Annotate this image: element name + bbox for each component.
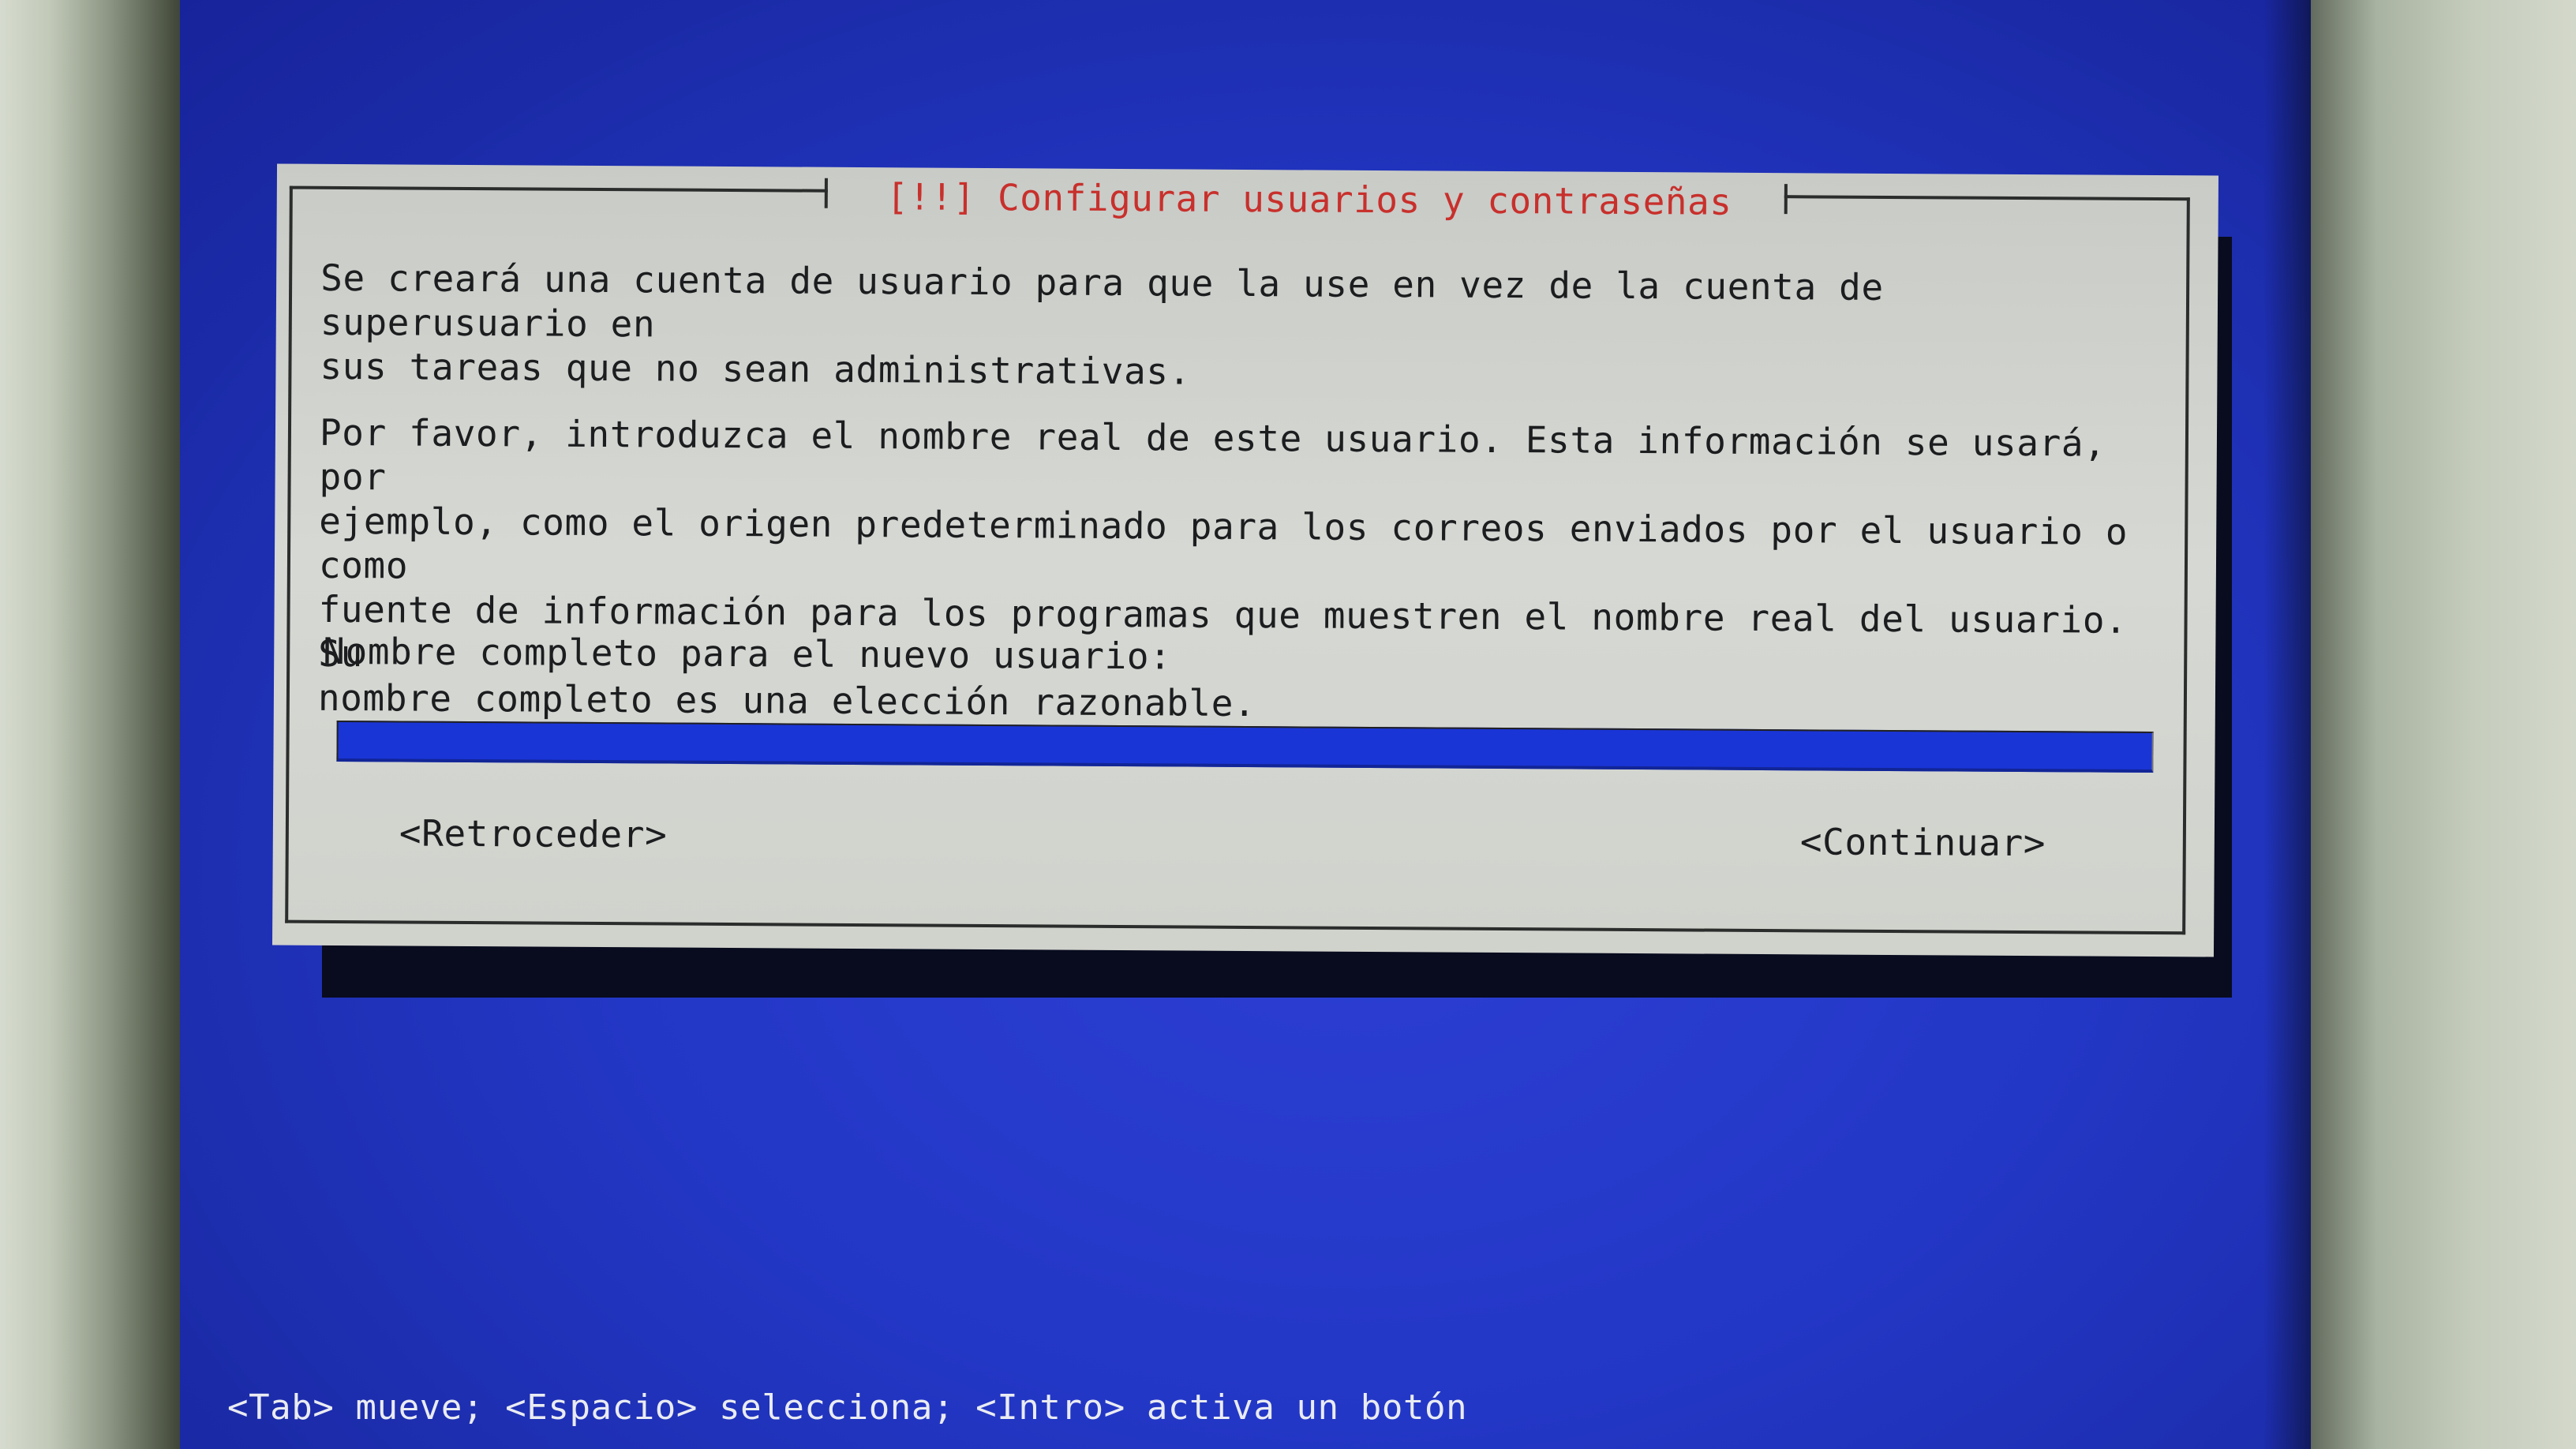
photo-scene: [!!] Configurar usuarios y contraseñas S… (0, 0, 2576, 1449)
screen-edge-shade (2263, 0, 2311, 1449)
keyboard-help-statusbar: <Tab> mueve; <Espacio> selecciona; <Intr… (227, 1387, 1468, 1428)
description-paragraph-real-name: Por favor, introduzca el nombre real de … (317, 410, 2129, 725)
title-bracket-right (1784, 184, 1788, 215)
dialog-title: [!!] Configurar usuarios y contraseñas (886, 175, 1732, 223)
description-paragraph-account: Se creará una cuenta de usuario para que… (320, 256, 1884, 393)
title-bracket-left (824, 178, 828, 208)
user-setup-dialog: [!!] Configurar usuarios y contraseñas S… (271, 163, 2219, 957)
back-button[interactable]: <Retroceder> (399, 811, 668, 856)
installer-screen: [!!] Configurar usuarios y contraseñas S… (180, 0, 2311, 1449)
full-name-prompt: Nombre completo para el nuevo usuario: (323, 629, 1172, 678)
monitor-bezel-left (0, 0, 197, 1449)
continue-button[interactable]: <Continuar> (1800, 820, 2046, 864)
